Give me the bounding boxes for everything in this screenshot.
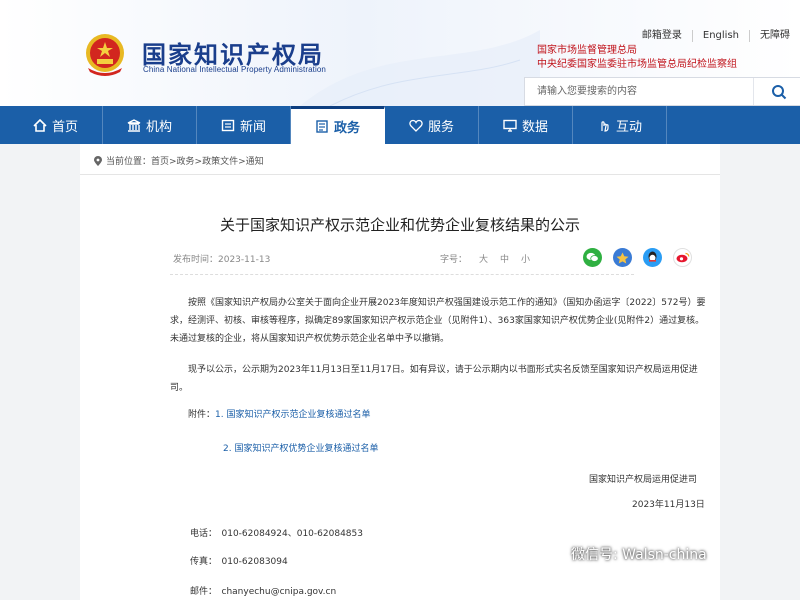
- nav-label-government-affairs: 政务: [333, 121, 360, 136]
- qq-share-icon[interactable]: [643, 248, 662, 267]
- contact-email: 邮件： chanyechu@cnipa.gov.cn: [190, 587, 337, 597]
- publish-time: 发布时间：2023-11-13: [173, 255, 271, 265]
- contact-fax: 传真： 010-62083094: [190, 557, 288, 567]
- nav-item-interaction[interactable]: 互动: [573, 106, 667, 144]
- hand-icon: [601, 120, 609, 132]
- nav-label-interaction: 互动: [615, 119, 642, 135]
- nav-item-services[interactable]: 服务: [385, 106, 479, 144]
- site-header: 国家知识产权局 China National Intellectual Prop…: [0, 0, 800, 106]
- nav-item-news[interactable]: 新闻: [197, 106, 291, 144]
- watermark-text: 微信号: Walsn-china: [571, 547, 707, 563]
- attachment-1-link[interactable]: 1. 国家知识产权示范企业复核通过名单: [215, 410, 370, 420]
- attachment-2-link[interactable]: 2. 国家知识产权优势企业复核通过名单: [223, 441, 378, 454]
- home-icon: [33, 118, 47, 132]
- nav-item-government-affairs[interactable]: 政务: [291, 106, 385, 144]
- font-size-switcher: 字号： 大 中 小: [440, 252, 530, 265]
- article-container: 当前位置：首页>政务>政策文件>通知 关于国家知识产权示范企业和优势企业复核结果…: [80, 144, 720, 600]
- contact-phone: 电话： 010-62084924、010-62084853: [190, 529, 363, 539]
- nav-item-home[interactable]: 首页: [9, 106, 103, 144]
- search-icon: [771, 84, 786, 99]
- nav-item-data[interactable]: 数据: [479, 106, 573, 144]
- national-emblem-icon: [86, 34, 124, 76]
- building-icon: [127, 118, 141, 132]
- nav-tail: [667, 106, 800, 144]
- article-title: 关于国家知识产权示范企业和优势企业复核结果的公示: [219, 216, 580, 234]
- font-size-medium[interactable]: 中: [500, 252, 509, 265]
- english-link[interactable]: English: [691, 30, 749, 42]
- document-icon: [316, 120, 328, 133]
- nav-item-organization[interactable]: 机构: [103, 106, 197, 144]
- location-pin-icon: [94, 155, 102, 166]
- breadcrumb: 当前位置：首页>政务>政策文件>通知: [94, 154, 264, 167]
- supervise-line-2[interactable]: 中央纪委国家监委驻市场监管总局纪检监察组: [537, 58, 737, 72]
- share-buttons: [583, 248, 692, 267]
- top-links: 邮箱登录 English 无障碍: [632, 30, 800, 42]
- site-logo-subtitle: China National Intellectual Property Adm…: [143, 65, 326, 74]
- attachment-label: 附件：: [188, 410, 216, 420]
- wechat-watermark: 微信号: Walsn-china: [541, 544, 707, 564]
- meta-divider: [170, 274, 634, 275]
- wechat-share-icon[interactable]: [583, 248, 602, 267]
- attachment-1: 附件：1. 国家知识产权示范企业复核通过名单: [188, 407, 370, 420]
- supervising-agency: 国家市场监督管理总局 中央纪委国家监委驻市场监管总局纪检监察组: [537, 44, 737, 72]
- signature-date: 2023年11月13日: [632, 500, 705, 510]
- breadcrumb-text[interactable]: 当前位置：首页>政务>政策文件>通知: [106, 154, 264, 167]
- search-button[interactable]: [753, 78, 800, 105]
- email-login-link[interactable]: 邮箱登录: [632, 30, 692, 42]
- font-size-label: 字号：: [440, 255, 468, 265]
- nav-label-services: 服务: [427, 119, 454, 135]
- nav-label-organization: 机构: [145, 119, 172, 135]
- signature: 国家知识产权局运用促进司: [589, 475, 698, 485]
- nav-label-news: 新闻: [239, 119, 266, 135]
- article-paragraph-2: 现予以公示，公示期为2023年11月13日至11月17日。如有异议，请于公示期内…: [170, 365, 698, 393]
- font-size-small[interactable]: 小: [521, 252, 530, 265]
- search-box: [524, 77, 800, 106]
- news-icon: [221, 119, 235, 131]
- accessibility-link[interactable]: 无障碍: [749, 30, 800, 42]
- nav-label-home: 首页: [51, 119, 78, 135]
- search-input[interactable]: [525, 78, 753, 105]
- heart-icon: [409, 119, 423, 132]
- weibo-share-icon[interactable]: [673, 248, 692, 267]
- wechat-watermark-icon: [541, 544, 565, 563]
- article-paragraph-1: 按照《国家知识产权局办公室关于面向企业开展2023年度知识产权强国建设示范工作的…: [170, 298, 706, 344]
- main-nav: 首页 机构 新闻 政务 服务 数据 互动: [0, 106, 800, 144]
- font-size-large[interactable]: 大: [479, 252, 488, 265]
- screen-icon: [503, 119, 517, 132]
- breadcrumb-divider: [80, 174, 720, 175]
- nav-label-data: 数据: [521, 119, 548, 135]
- qzone-share-icon[interactable]: [613, 248, 632, 267]
- supervise-line-1[interactable]: 国家市场监督管理总局: [537, 44, 737, 58]
